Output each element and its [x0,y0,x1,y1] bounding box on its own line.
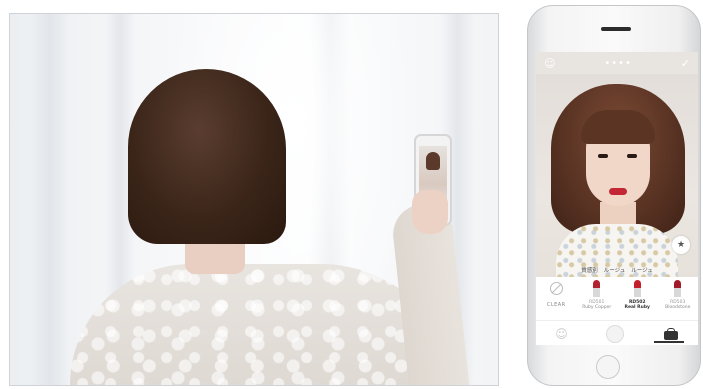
active-tab-indicator [654,341,684,343]
bob-hair [128,69,286,244]
checkmark-icon[interactable]: ✓ [681,57,690,70]
app-screen: ☺ •••• ✓ ★ 質感別 ルージュ ルージュ CLEAR RD501 Rub… [536,52,698,345]
favorite-button[interactable]: ★ [672,236,690,254]
lipstick-swatch-list: CLEAR RD501 Ruby Copper RD502 Real Ruby [536,278,698,318]
app-top-bar: ☺ •••• ✓ [536,52,698,74]
tab-camera[interactable] [606,324,625,343]
star-icon: ★ [676,240,686,250]
face-outline-icon: ☺ [555,326,568,341]
handheld-phone-portrait [426,152,440,170]
tab-face[interactable]: ☺ [555,327,568,341]
swatch-rd503[interactable]: RD503 Bloodstone [660,278,696,310]
lifestyle-photo [9,13,499,386]
breadcrumb-item[interactable]: 質感別 [581,266,598,274]
face-icon[interactable]: ☺ [544,57,555,70]
portrait-lips [609,188,627,195]
breadcrumb-item[interactable]: ルージュ [631,266,653,274]
hand [412,190,448,234]
swatch-name: Ruby Copper [582,305,612,310]
clear-icon [549,281,563,295]
swatch-name: Real Ruby [624,305,651,310]
phone-home-button [596,355,620,379]
makeup-bag-icon-body [663,330,678,340]
swatch-clear[interactable]: CLEAR [538,278,574,308]
lipstick-icon [633,279,641,297]
phone-speaker [601,27,631,31]
lipstick-icon [674,279,682,297]
lipstick-icon [593,279,601,297]
portrait-eye [598,154,608,158]
page-dots: •••• [604,57,632,69]
swatch-label: CLEAR [546,302,566,308]
breadcrumb-item[interactable]: ルージュ [604,266,626,274]
tab-makeup[interactable] [663,327,679,340]
swatch-name: Bloodstone [665,305,691,310]
breadcrumb: 質感別 ルージュ ルージュ [536,264,698,276]
curtain-fold [30,14,70,385]
portrait-eye [627,154,637,158]
swatch-rd502[interactable]: RD502 Real Ruby [619,278,655,310]
portrait-bangs [581,110,655,144]
swatch-rd501[interactable]: RD501 Ruby Copper [579,278,615,310]
